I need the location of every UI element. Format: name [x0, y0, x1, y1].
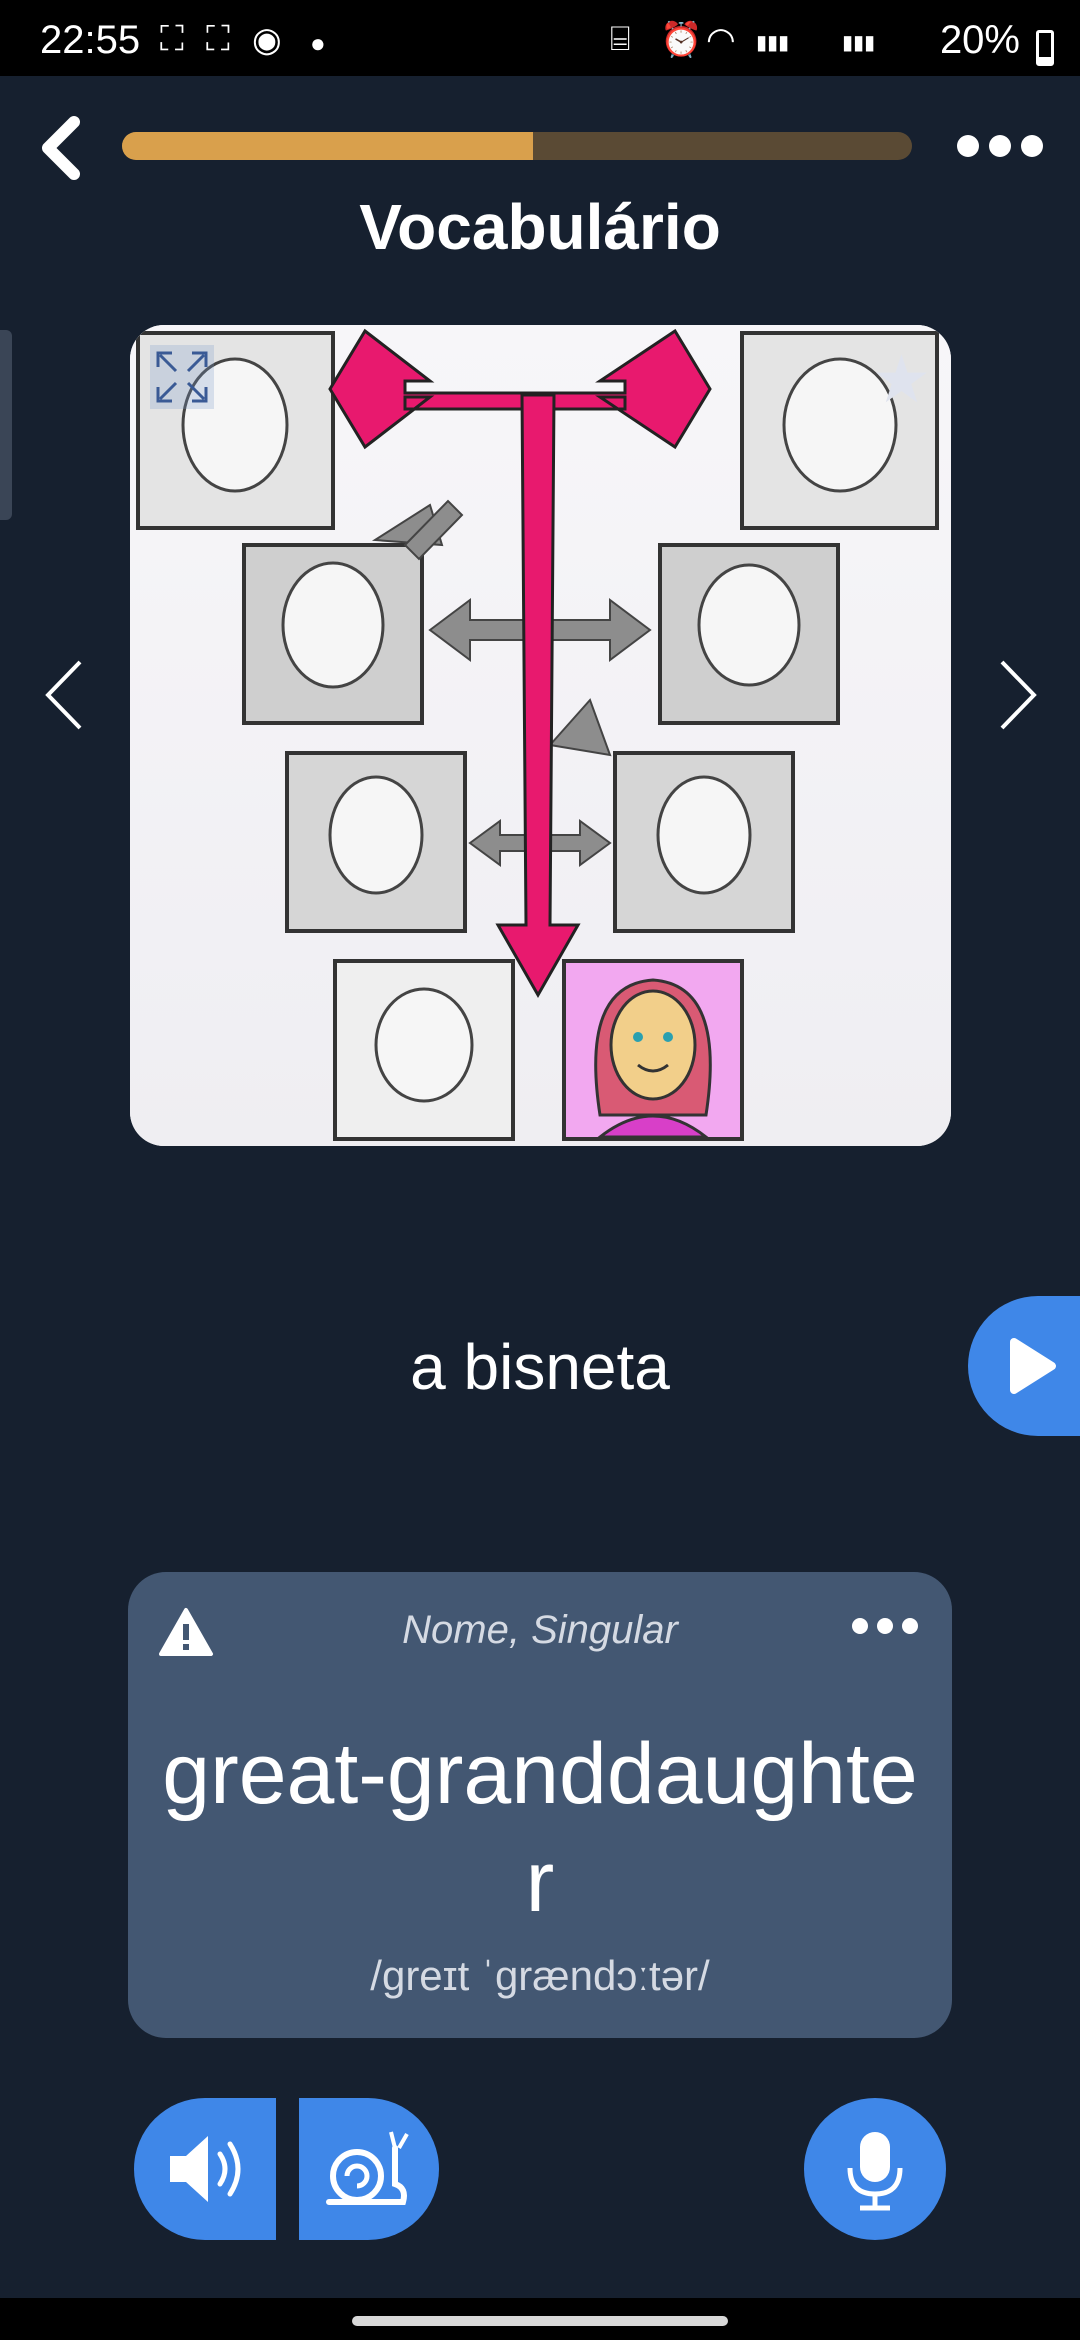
lte2-icon: ▮▮▮: [842, 32, 876, 54]
page-title: Vocabulário: [359, 191, 721, 263]
card-more-button[interactable]: [852, 1618, 918, 1634]
battery-icon: [1036, 30, 1054, 66]
sleep-mode-icon: ⌸: [610, 20, 631, 58]
alarm-icon: ⏰: [660, 21, 703, 59]
vocabulary-image-card[interactable]: ★: [130, 325, 951, 1146]
more-horizontal-icon: [957, 135, 979, 157]
play-button[interactable]: [968, 1296, 1080, 1436]
previous-card-button[interactable]: [38, 650, 98, 740]
chevron-left-icon: [45, 660, 82, 730]
chevron-left-icon: [42, 116, 80, 180]
wifi-icon: ◠: [706, 21, 736, 59]
phonetic-transcription: /greɪt ˈgrændɔːtər/: [370, 1952, 710, 1999]
progress-bar: [122, 132, 912, 160]
next-card-button[interactable]: [990, 650, 1050, 740]
home-indicator[interactable]: [352, 2316, 728, 2326]
audio-controls: [134, 2098, 439, 2240]
sync-icon: ◉: [252, 21, 282, 59]
snail-icon: [326, 2131, 409, 2205]
battery-percent: 20%: [939, 18, 1020, 62]
back-button[interactable]: [30, 108, 90, 188]
more-horizontal-icon: [852, 1618, 868, 1634]
translation-text: great-granddaughter: [162, 1726, 918, 1930]
play-icon: [1010, 1338, 1056, 1394]
play-audio-button[interactable]: [134, 2098, 276, 2240]
translation-card: Nome, Singular great-granddaughter /greɪ…: [128, 1572, 952, 2038]
status-time: 22:55: [40, 18, 141, 62]
screen-record-icon: ⛶: [206, 20, 230, 58]
star-icon[interactable]: ★: [872, 341, 931, 418]
word-type-label: Nome, Singular: [402, 1608, 678, 1652]
family-tree-illustration: [130, 325, 951, 1146]
screenshot-icon: ⛶: [160, 20, 184, 58]
speaker-icon: [170, 2136, 241, 2202]
microphone-icon: [847, 2132, 903, 2211]
chevron-right-icon: [1000, 660, 1037, 730]
notification-dot-icon: ●: [310, 28, 326, 58]
vocabulary-word: a bisneta: [410, 1331, 670, 1403]
side-drawer-handle[interactable]: [0, 330, 12, 520]
lte1-icon: ▮▮▮: [756, 32, 790, 54]
more-menu-button[interactable]: [950, 126, 1050, 166]
slow-audio-button[interactable]: [299, 2098, 439, 2240]
progress-fill: [122, 132, 533, 160]
expand-icon[interactable]: [150, 345, 214, 409]
microphone-button[interactable]: [804, 2098, 946, 2240]
